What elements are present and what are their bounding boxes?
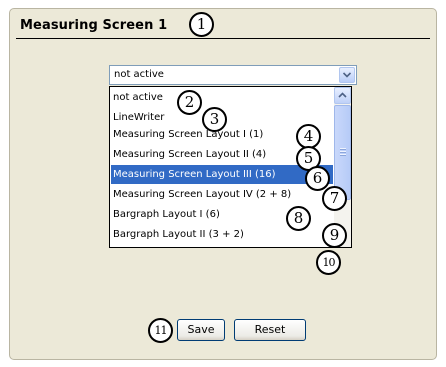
chevron-up-icon bbox=[338, 92, 347, 98]
callout-3: 3 bbox=[202, 107, 227, 132]
panel-title: Measuring Screen 1 bbox=[20, 18, 168, 33]
scroll-up-button[interactable] bbox=[334, 87, 351, 104]
callout-6: 6 bbox=[305, 166, 330, 191]
list-item[interactable]: not active bbox=[111, 88, 333, 107]
callout-1: 1 bbox=[189, 12, 214, 37]
dropdown-button[interactable] bbox=[339, 67, 355, 83]
callout-9: 9 bbox=[322, 223, 347, 248]
list-item[interactable]: Measuring Screen Layout IV (2 + 8) bbox=[111, 185, 333, 204]
reset-button[interactable]: Reset bbox=[234, 319, 306, 341]
layout-select[interactable]: not active bbox=[109, 65, 357, 85]
layout-select-value: not active bbox=[114, 69, 164, 80]
panel-header: Measuring Screen 1 bbox=[16, 14, 430, 39]
thumb-grip bbox=[340, 151, 346, 153]
callout-8: 8 bbox=[286, 206, 311, 231]
callout-11: 11 bbox=[148, 318, 173, 343]
save-button[interactable]: Save bbox=[177, 319, 225, 341]
chevron-down-icon bbox=[343, 72, 351, 78]
thumb-grip bbox=[340, 154, 346, 156]
thumb-grip bbox=[340, 148, 346, 150]
callout-2: 2 bbox=[177, 90, 202, 115]
callout-7: 7 bbox=[322, 186, 347, 211]
callout-10: 10 bbox=[316, 250, 341, 275]
